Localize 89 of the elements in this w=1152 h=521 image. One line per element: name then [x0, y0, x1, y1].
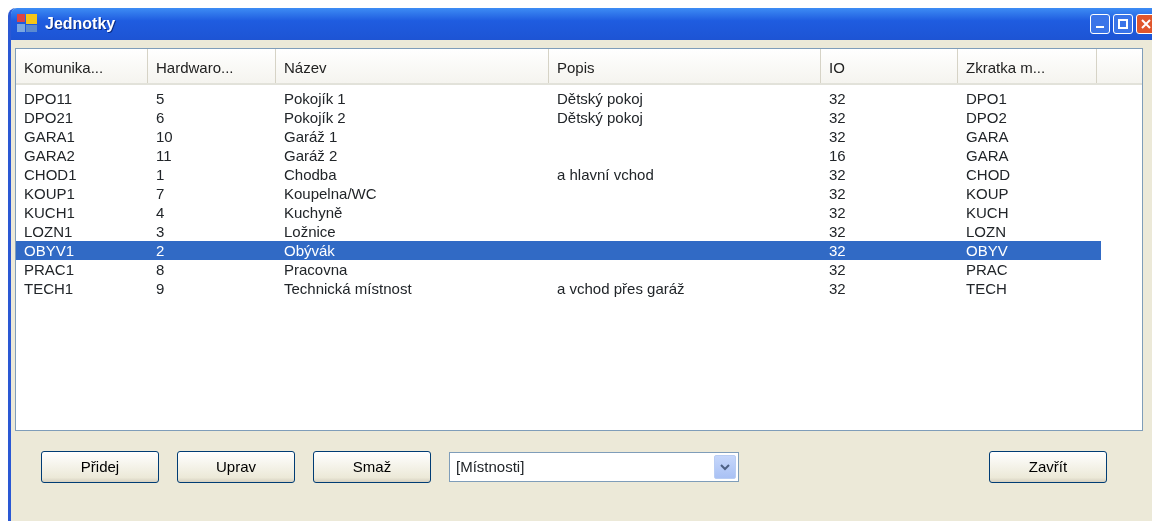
close-dialog-button[interactable]: Zavřít [989, 451, 1107, 483]
table-cell: Dětský pokoj [557, 90, 643, 107]
table-cell: Garáž 2 [284, 147, 338, 164]
table-cell: Chodba [284, 166, 337, 183]
table-cell: GARA [966, 128, 1009, 145]
table-row[interactable]: DPO11 5 Pokojík 1 Dětský pokoj 32 DPO1 [16, 89, 1142, 108]
table-cell: CHOD1 [24, 166, 77, 183]
maximize-button[interactable] [1113, 14, 1133, 34]
table-cell: 8 [156, 261, 165, 278]
table-cell: CHOD [966, 166, 1011, 183]
table-cell: PRAC [966, 261, 1008, 278]
selected-row[interactable]: OBYV1 2 Obývák 32 OBYV [16, 241, 1101, 260]
action-button[interactable]: Uprav [177, 451, 295, 483]
table-row[interactable]: GARA1 10 Garáž 1 32 GARA [16, 127, 1142, 146]
table-cell: OBYV1 [24, 242, 75, 259]
table-cell: PRAC1 [24, 261, 75, 278]
table-cell: Technická místnost [284, 280, 412, 297]
close-button[interactable] [1136, 14, 1152, 34]
table-cell: DPO2 [966, 109, 1007, 126]
table-cell: a vchod přes garáž [557, 280, 685, 297]
table-cell: Koupelna/WC [284, 185, 377, 202]
table-cell: TECH [966, 280, 1007, 297]
table-cell: Obývák [284, 242, 335, 259]
table-cell: 1 [156, 166, 165, 183]
table-cell: GARA2 [24, 147, 75, 164]
table-row[interactable]: TECH1 9 Technická místnost a vchod přes garáž 32 TECH [16, 279, 1142, 298]
table-cell: GARA [966, 147, 1009, 164]
table-cell: Garáž 1 [284, 128, 338, 145]
table-cell: 9 [156, 280, 165, 297]
table-cell: 32 [829, 242, 846, 259]
table-cell: Kuchyně [284, 204, 343, 221]
table-cell: a hlavní vchod [557, 166, 654, 183]
table-cell: 4 [156, 204, 165, 221]
table-cell: 32 [829, 90, 846, 107]
table-cell: 3 [156, 223, 165, 240]
table-cell: OBYV [966, 242, 1008, 259]
table-row[interactable]: DPO21 6 Pokojík 2 Dětský pokoj 32 DPO2 [16, 108, 1142, 127]
table-row[interactable]: KOUP1 7 Koupelna/WC 32 KOUP [16, 184, 1142, 203]
table-row[interactable]: LOZN1 3 Ložnice 32 LOZN [16, 222, 1142, 241]
table-cell: 5 [156, 90, 165, 107]
table-cell: LOZN [966, 223, 1006, 240]
table-cell: GARA1 [24, 128, 75, 145]
action-button[interactable]: Smaž [313, 451, 431, 483]
table-cell: 32 [829, 185, 846, 202]
minimize-icon [1096, 26, 1104, 28]
table-cell: 32 [829, 166, 846, 183]
table-cell: KUCH1 [24, 204, 75, 221]
table-cell: KOUP1 [24, 185, 75, 202]
close-icon [1141, 19, 1151, 29]
column-header[interactable]: IO [821, 49, 958, 83]
table-row[interactable]: KUCH1 4 Kuchyně 32 KUCH [16, 203, 1142, 222]
table-cell: KUCH [966, 204, 1009, 221]
table-cell: 10 [156, 128, 173, 145]
table-cell: DPO1 [966, 90, 1007, 107]
column-header[interactable]: Zkratka m... [958, 49, 1097, 83]
column-header[interactable]: Název [276, 49, 549, 83]
app-icon [17, 14, 39, 34]
maximize-icon [1118, 19, 1128, 29]
table-cell: Ložnice [284, 223, 336, 240]
table-cell: DPO21 [24, 109, 74, 126]
table-cell: TECH1 [24, 280, 74, 297]
column-header[interactable]: Popis [549, 49, 821, 83]
table-cell: 16 [829, 147, 846, 164]
table-cell: 6 [156, 109, 165, 126]
table-cell: DPO11 [24, 90, 73, 107]
table-cell: 2 [156, 242, 165, 259]
table-cell: Pracovna [284, 261, 348, 278]
minimize-button[interactable] [1090, 14, 1110, 34]
table-cell: 32 [829, 109, 846, 126]
column-header[interactable]: Hardwaro... [148, 49, 276, 83]
table-cell: KOUP [966, 185, 1009, 202]
table-row[interactable]: CHOD1 1 Chodba a hlavní vchod 32 CHOD [16, 165, 1142, 184]
table-cell: Pokojík 2 [284, 109, 346, 126]
dropdown[interactable]: [Místnosti] [449, 452, 739, 482]
table-cell: 32 [829, 223, 846, 240]
window-title: Jednotky [45, 14, 116, 34]
column-header[interactable]: Komunika... [16, 49, 148, 83]
table-cell: Dětský pokoj [557, 109, 643, 126]
table-cell: 11 [156, 147, 172, 164]
table-row[interactable]: PRAC1 8 Pracovna 32 PRAC [16, 260, 1142, 279]
table-cell: 32 [829, 261, 846, 278]
table-cell: 7 [156, 185, 165, 202]
table-cell: Pokojík 1 [284, 90, 346, 107]
table-cell: 32 [829, 204, 846, 221]
action-button[interactable]: Přidej [41, 451, 159, 483]
table-cell: 32 [829, 128, 846, 145]
table-cell: 32 [829, 280, 846, 297]
table-cell: LOZN1 [24, 223, 73, 240]
table-row[interactable]: GARA2 11 Garáž 2 16 GARA [16, 146, 1142, 165]
